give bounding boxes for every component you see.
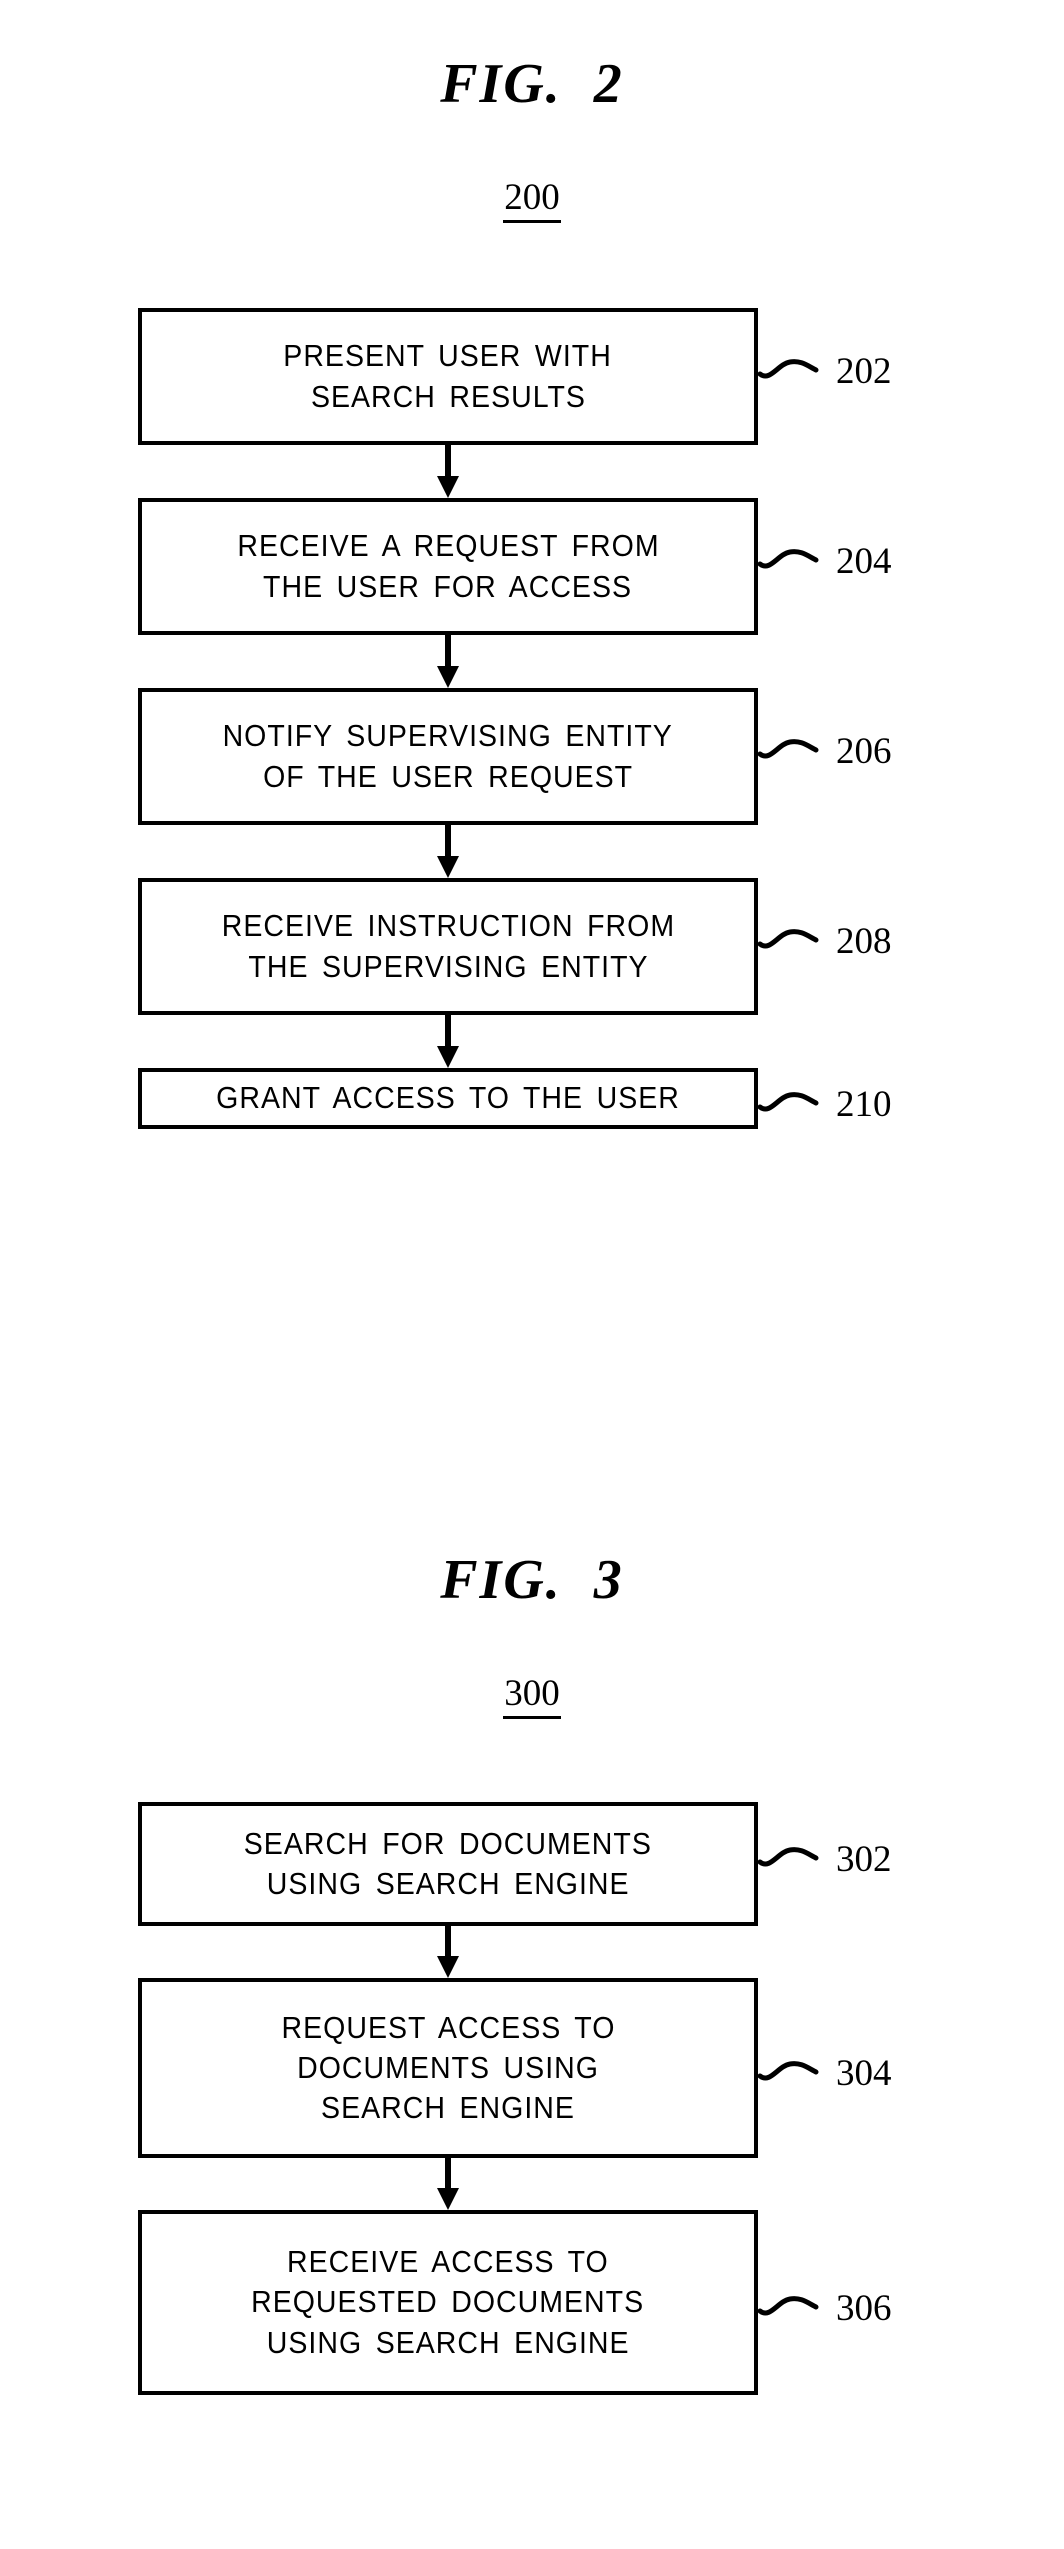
flow-step-202: PRESENT USER WITH SEARCH RESULTS: [138, 308, 758, 445]
flow-step-304-line-3: SEARCH ENGINE: [321, 2090, 575, 2126]
reference-numeral-210: 210: [836, 1084, 892, 1125]
reference-numeral-208: 208: [836, 921, 892, 962]
flow-step-202-line-2: SEARCH RESULTS: [310, 378, 586, 414]
leader-line-302: [757, 1836, 828, 1870]
reference-numeral-206: 206: [836, 731, 892, 772]
flow-step-306-line-1: RECEIVE ACCESS TO: [287, 2244, 609, 2280]
leader-line-204: [757, 538, 828, 572]
figure-3-number-label: 300: [0, 1672, 1064, 1719]
flow-step-302-line-2: USING SEARCH ENGINE: [266, 1866, 630, 1901]
flow-step-302-line-1: SEARCH FOR DOCUMENTS: [243, 1825, 653, 1861]
flow-step-306-line-3: USING SEARCH ENGINE: [266, 2324, 630, 2360]
flow-step-304-line-2: DOCUMENTS USING: [297, 2049, 599, 2085]
flow-step-302: SEARCH FOR DOCUMENTS USING SEARCH ENGINE: [138, 1802, 758, 1926]
flow-step-206-line-1: NOTIFY SUPERVISING ENTITY: [222, 718, 674, 754]
flow-step-306-line-2: REQUESTED DOCUMENTS: [251, 2284, 645, 2320]
leader-line-206: [757, 728, 828, 762]
reference-numeral-306: 306: [836, 2288, 892, 2329]
figure-3-title: FIG. 3: [440, 1549, 624, 1611]
figure-3-number-text: 300: [503, 1674, 561, 1719]
leader-line-210: [757, 1081, 828, 1115]
leader-line-202: [757, 348, 828, 382]
flow-step-304: REQUEST ACCESS TO DOCUMENTS USING SEARCH…: [138, 1978, 758, 2158]
flow-step-204: RECEIVE A REQUEST FROM THE USER FOR ACCE…: [138, 498, 758, 635]
reference-numeral-204: 204: [836, 541, 892, 582]
flow-step-202-line-1: PRESENT USER WITH: [283, 338, 613, 374]
flow-step-204-line-2: THE USER FOR ACCESS: [263, 568, 633, 604]
flow-step-304-line-1: REQUEST ACCESS TO: [281, 2009, 615, 2045]
flow-step-208-line-2: THE SUPERVISING ENTITY: [247, 948, 649, 984]
flow-step-208-line-1: RECEIVE INSTRUCTION FROM: [221, 908, 675, 944]
flow-step-208: RECEIVE INSTRUCTION FROM THE SUPERVISING…: [138, 878, 758, 1015]
flow-step-206: NOTIFY SUPERVISING ENTITY OF THE USER RE…: [138, 688, 758, 825]
figure-2-number-label: 200: [0, 176, 1064, 223]
leader-line-306: [757, 2285, 828, 2319]
flow-step-306: RECEIVE ACCESS TO REQUESTED DOCUMENTS US…: [138, 2210, 758, 2395]
leader-line-208: [757, 918, 828, 952]
figure-2-title: FIG. 2: [440, 53, 624, 115]
flow-step-210-line-1: GRANT ACCESS TO THE USER: [216, 1080, 680, 1116]
reference-numeral-302: 302: [836, 1839, 892, 1880]
flow-step-206-line-2: OF THE USER REQUEST: [262, 758, 634, 794]
flow-step-210: GRANT ACCESS TO THE USER: [138, 1068, 758, 1129]
figure-2-number-text: 200: [503, 178, 561, 223]
patent-drawing-sheet: FIG. 2 200 PRESENT USER WITH SEARCH RESU…: [0, 0, 1064, 2549]
leader-line-304: [757, 2050, 828, 2084]
flow-step-204-line-1: RECEIVE A REQUEST FROM: [236, 528, 660, 564]
reference-numeral-304: 304: [836, 2053, 892, 2094]
reference-numeral-202: 202: [836, 351, 892, 392]
